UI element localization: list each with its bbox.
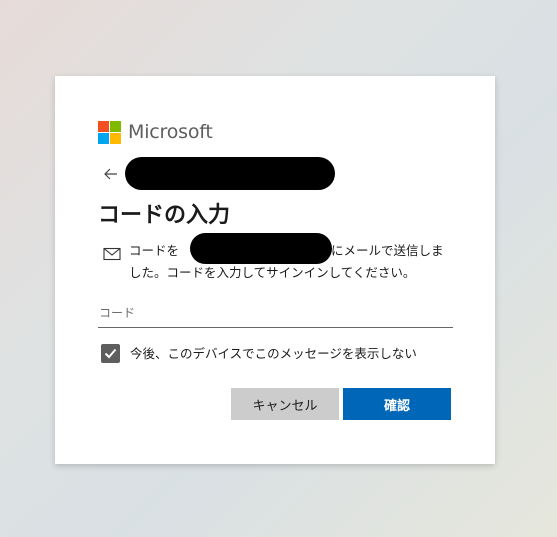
remember-device-checkbox[interactable] [101,344,120,363]
cancel-button[interactable]: キャンセル [231,388,339,420]
description-prefix: コードを [129,243,180,258]
sign-in-card: Microsoft コードの入力 コードを にメールで送信しました。コードを入力し… [55,76,495,464]
checkmark-icon [104,348,117,359]
remember-device-label: 今後、このデバイスでこのメッセージを表示しない [130,346,417,361]
logo-text: Microsoft [128,121,213,143]
microsoft-logo-icon [98,120,121,144]
page-title: コードの入力 [98,203,231,228]
arrow-left-icon[interactable] [102,165,120,183]
microsoft-logo: Microsoft [98,120,213,144]
redacted-account-email [125,157,335,190]
identity-row [102,158,120,190]
redacted-destination-email [190,233,332,264]
code-input[interactable] [98,299,453,328]
mail-icon [103,246,121,261]
confirm-button[interactable]: 確認 [343,388,451,420]
